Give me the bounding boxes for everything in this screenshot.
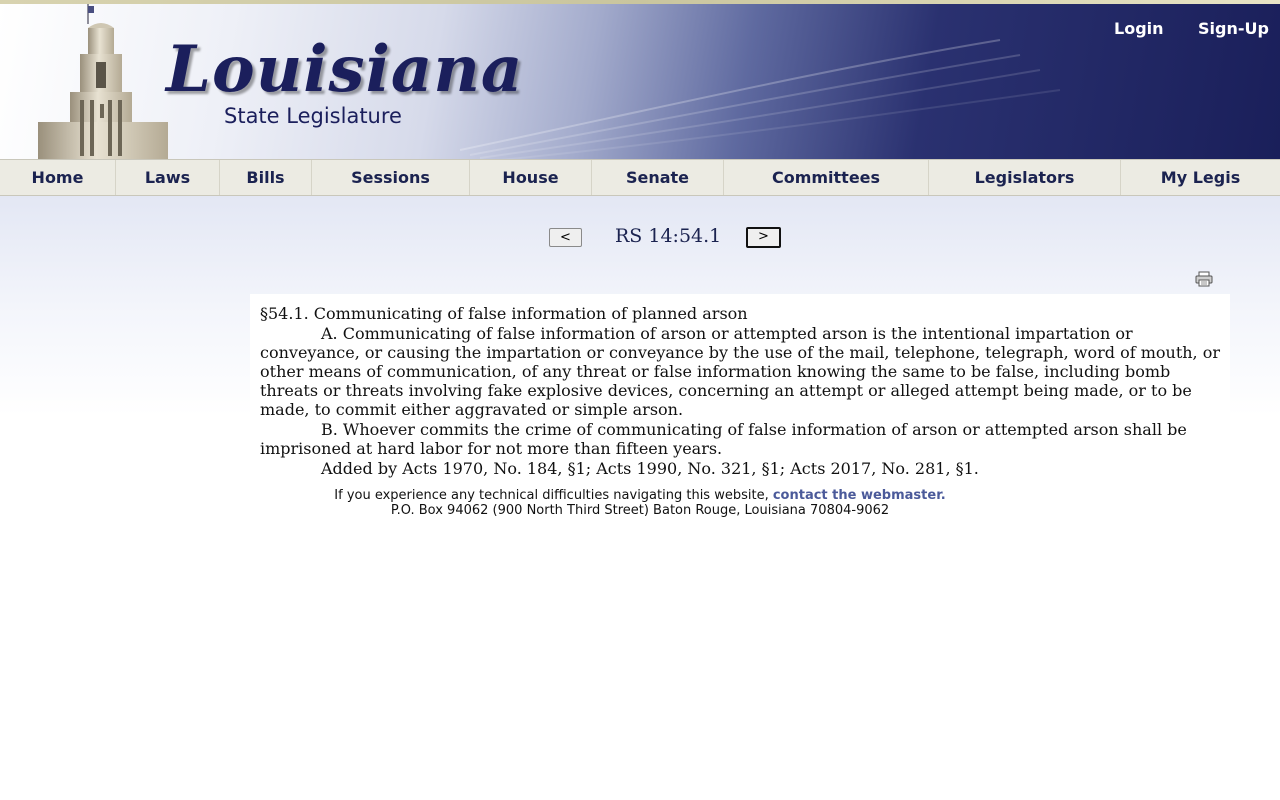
footer-help: If you experience any technical difficul… [0, 488, 1280, 503]
previous-law-button[interactable]: < [549, 228, 582, 247]
law-heading: §54.1. Communicating of false informatio… [260, 304, 748, 323]
nav-item-senate[interactable]: Senate [592, 160, 724, 195]
footer-help-text: If you experience any technical difficul… [334, 488, 773, 503]
signup-link[interactable]: Sign-Up [1198, 19, 1269, 38]
nav-item-bills[interactable]: Bills [220, 160, 312, 195]
main-nav: Home Laws Bills Sessions House Senate Co… [0, 159, 1280, 196]
law-paragraph-a: A. Communicating of false information of… [260, 324, 1220, 419]
nav-item-sessions[interactable]: Sessions [312, 160, 470, 195]
next-law-button[interactable]: > [746, 227, 781, 248]
nav-item-committees[interactable]: Committees [724, 160, 929, 195]
printer-icon[interactable] [1195, 271, 1213, 287]
nav-item-house[interactable]: House [470, 160, 592, 195]
capitol-building-image [38, 4, 168, 160]
law-citation-title: RS 14:54.1 [615, 225, 722, 247]
login-link[interactable]: Login [1114, 19, 1164, 38]
nav-item-my-legis[interactable]: My Legis [1121, 160, 1280, 195]
law-document: §54.1. Communicating of false informatio… [250, 294, 1230, 480]
contact-webmaster-link[interactable]: contact the webmaster. [773, 488, 946, 503]
site-logo-title[interactable]: Louisiana [166, 30, 523, 110]
site-header: Louisiana State Legislature Login Sign-U… [0, 0, 1280, 160]
law-history: Added by Acts 1970, No. 184, §1; Acts 19… [321, 459, 979, 478]
nav-item-legislators[interactable]: Legislators [929, 160, 1121, 195]
nav-item-laws[interactable]: Laws [116, 160, 220, 195]
footer-address: P.O. Box 94062 (900 North Third Street) … [390, 503, 890, 518]
nav-item-home[interactable]: Home [0, 160, 116, 195]
law-paragraph-b: B. Whoever commits the crime of communic… [260, 420, 1187, 458]
site-logo-subtitle[interactable]: State Legislature [224, 104, 402, 128]
